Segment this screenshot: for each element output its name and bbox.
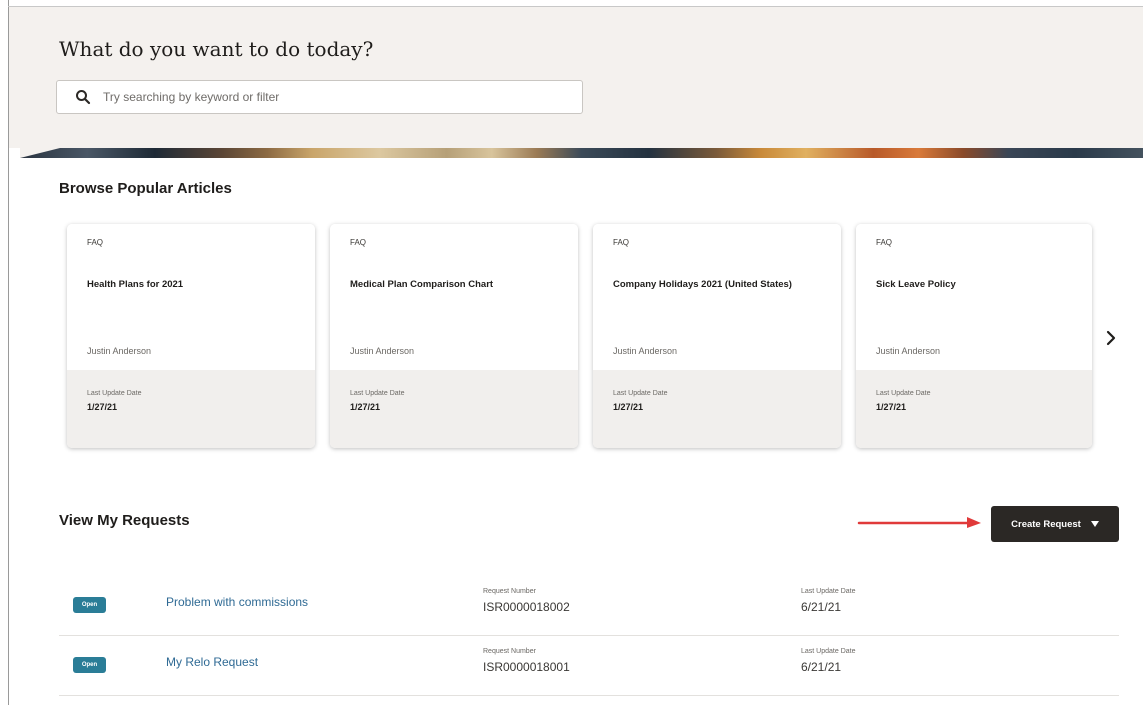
create-request-button[interactable]: Create Request (991, 506, 1119, 542)
card-footer: Last Update Date 1/27/21 (67, 370, 315, 448)
article-card[interactable]: FAQ Sick Leave Policy Justin Anderson La… (856, 224, 1092, 448)
status-badge: Open (73, 657, 106, 673)
card-date-value: 1/27/21 (876, 402, 907, 412)
decorative-banner (20, 148, 1143, 158)
request-date-label: Last Update Date (801, 588, 856, 595)
request-row[interactable]: Open Problem with commissions Request Nu… (59, 575, 1119, 636)
card-tag: FAQ (350, 238, 367, 247)
card-date-label: Last Update Date (87, 390, 142, 397)
card-body: FAQ Medical Plan Comparison Chart Justin… (330, 224, 578, 370)
card-body: FAQ Company Holidays 2021 (United States… (593, 224, 841, 370)
card-title[interactable]: Health Plans for 2021 (87, 279, 183, 290)
chevron-right-icon[interactable] (1103, 330, 1119, 346)
card-title[interactable]: Medical Plan Comparison Chart (350, 279, 493, 290)
card-footer: Last Update Date 1/27/21 (856, 370, 1092, 448)
card-author: Justin Anderson (876, 346, 941, 356)
search-input[interactable] (101, 89, 565, 105)
article-card[interactable]: FAQ Medical Plan Comparison Chart Justin… (330, 224, 578, 448)
card-date-label: Last Update Date (876, 390, 931, 397)
card-date-value: 1/27/21 (613, 402, 644, 412)
card-title[interactable]: Company Holidays 2021 (United States) (613, 279, 792, 290)
card-tag: FAQ (613, 238, 630, 247)
caret-down-icon (1090, 521, 1099, 527)
card-footer: Last Update Date 1/27/21 (330, 370, 578, 448)
request-number-value: ISR0000018002 (483, 600, 570, 614)
request-title-link[interactable]: My Relo Request (166, 655, 258, 669)
request-date-label: Last Update Date (801, 648, 856, 655)
annotation-arrow-icon (857, 517, 981, 528)
article-card[interactable]: FAQ Health Plans for 2021 Justin Anderso… (67, 224, 315, 448)
request-number-label: Request Number (483, 648, 536, 655)
page: What do you want to do today? Browse Pop… (0, 0, 1143, 705)
card-body: FAQ Sick Leave Policy Justin Anderson (856, 224, 1092, 370)
hero-section: What do you want to do today? (9, 7, 1143, 148)
search-icon (76, 90, 91, 105)
card-author: Justin Anderson (87, 346, 152, 356)
request-number-label: Request Number (483, 588, 536, 595)
card-date-value: 1/27/21 (87, 402, 118, 412)
search-box[interactable] (56, 80, 583, 114)
card-footer: Last Update Date 1/27/21 (593, 370, 841, 448)
card-tag: FAQ (876, 238, 893, 247)
popular-articles-title: Browse Popular Articles (59, 180, 232, 197)
status-badge: Open (73, 597, 106, 613)
card-author: Justin Anderson (613, 346, 678, 356)
request-date-value: 6/21/21 (801, 600, 842, 614)
create-request-label: Create Request (1011, 518, 1081, 530)
card-date-label: Last Update Date (613, 390, 668, 397)
banner-corner (20, 148, 60, 158)
card-date-label: Last Update Date (350, 390, 405, 397)
card-author: Justin Anderson (350, 346, 415, 356)
request-title-link[interactable]: Problem with commissions (166, 595, 308, 609)
card-title[interactable]: Sick Leave Policy (876, 279, 956, 290)
card-date-value: 1/27/21 (350, 402, 381, 412)
request-date-value: 6/21/21 (801, 660, 842, 674)
my-requests-title: View My Requests (59, 512, 190, 529)
request-row[interactable]: Open My Relo Request Request Number ISR0… (59, 635, 1119, 696)
request-number-value: ISR0000018001 (483, 660, 570, 674)
card-body: FAQ Health Plans for 2021 Justin Anderso… (67, 224, 315, 370)
article-card[interactable]: FAQ Company Holidays 2021 (United States… (593, 224, 841, 448)
page-title: What do you want to do today? (59, 37, 374, 61)
card-tag: FAQ (87, 238, 104, 247)
